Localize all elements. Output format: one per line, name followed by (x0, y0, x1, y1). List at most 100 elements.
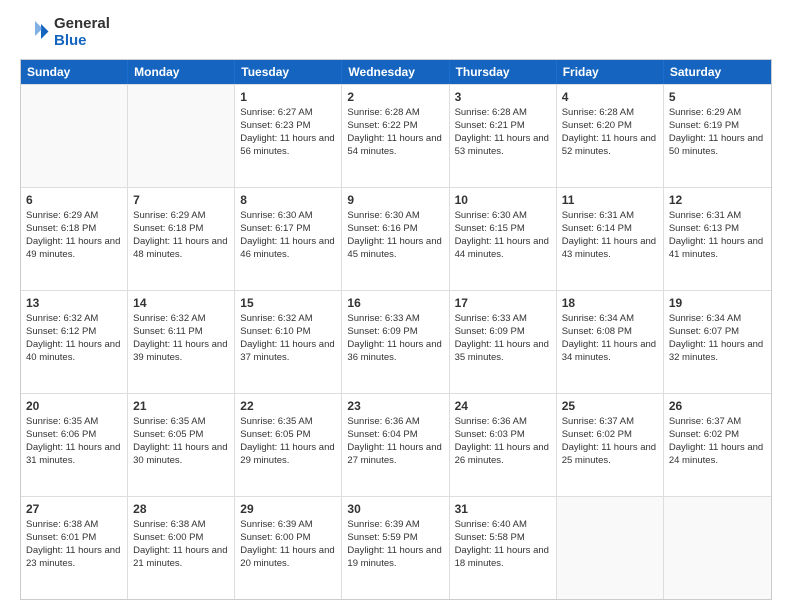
header: General Blue (20, 16, 772, 49)
day-number: 30 (347, 501, 443, 517)
day-cell-9: 9 Sunrise: 6:30 AM Sunset: 6:16 PM Daylight… (342, 188, 449, 290)
day-cell-22: 22Sunrise: 6:35 AMSunset: 6:05 PMDayligh… (235, 394, 342, 496)
daylight: Daylight: 11 hours and 50 minutes. (669, 133, 763, 157)
day-number: 27 (26, 501, 122, 517)
day-header-wednesday: Wednesday (342, 60, 449, 84)
sunset: Sunset: 6:06 PM (26, 429, 96, 440)
day-cell-31: 31Sunrise: 6:40 AMSunset: 5:58 PMDayligh… (450, 497, 557, 599)
daylight: Daylight: 11 hours and 21 minutes. (133, 545, 227, 569)
daylight: Daylight: 11 hours and 32 minutes. (669, 339, 763, 363)
week-row-2: 6 Sunrise: 6:29 AM Sunset: 6:18 PM Daylight… (21, 187, 771, 290)
sunrise: Sunrise: 6:34 AM (562, 313, 634, 324)
sunset: Sunset: 6:00 PM (240, 532, 310, 543)
sunset: Sunset: 6:01 PM (26, 532, 96, 543)
day-cell-19: 19Sunrise: 6:34 AMSunset: 6:07 PMDayligh… (664, 291, 771, 393)
sunrise: Sunrise: 6:28 AM (455, 107, 527, 118)
sunrise: Sunrise: 6:39 AM (240, 519, 312, 530)
week-row-4: 20 Sunrise: 6:35 AM Sunset: 6:06 PM Dayligh… (21, 393, 771, 496)
day-cell-3: 3 Sunrise: 6:28 AM Sunset: 6:21 PM Daylight… (450, 85, 557, 187)
daylight: Daylight: 11 hours and 19 minutes. (347, 545, 441, 569)
day-cell-20: 20 Sunrise: 6:35 AM Sunset: 6:06 PM Dayligh… (21, 394, 128, 496)
daylight: Daylight: 11 hours and 39 minutes. (133, 339, 227, 363)
sunset: Sunset: 6:16 PM (347, 223, 417, 234)
sunrise: Sunrise: 6:29 AM (133, 210, 205, 221)
sunrise: Sunrise: 6:34 AM (669, 313, 741, 324)
sunset: Sunset: 6:00 PM (133, 532, 203, 543)
week-row-1: 1Sunrise: 6:27 AMSunset: 6:23 PMDaylight… (21, 84, 771, 187)
day-header-tuesday: Tuesday (235, 60, 342, 84)
day-header-saturday: Saturday (664, 60, 771, 84)
day-number: 4 (562, 89, 658, 105)
sunrise: Sunrise: 6:32 AM (240, 313, 312, 324)
sunset: Sunset: 6:04 PM (347, 429, 417, 440)
sunset: Sunset: 6:08 PM (562, 326, 632, 337)
sunset: Sunset: 6:14 PM (562, 223, 632, 234)
daylight: Daylight: 11 hours and 53 minutes. (455, 133, 549, 157)
day-cell-27: 27 Sunrise: 6:38 AM Sunset: 6:01 PM Dayligh… (21, 497, 128, 599)
day-cell-17: 17Sunrise: 6:33 AMSunset: 6:09 PMDayligh… (450, 291, 557, 393)
sunset: Sunset: 6:17 PM (240, 223, 310, 234)
day-number: 8 (240, 192, 336, 208)
sunset: Sunset: 6:03 PM (455, 429, 525, 440)
daylight: Daylight: 11 hours and 26 minutes. (455, 442, 549, 466)
day-cell-23: 23Sunrise: 6:36 AMSunset: 6:04 PMDayligh… (342, 394, 449, 496)
daylight: Daylight: 11 hours and 25 minutes. (562, 442, 656, 466)
sunset: Sunset: 6:23 PM (240, 120, 310, 131)
daylight: Daylight: 11 hours and 41 minutes. (669, 236, 763, 260)
day-number: 25 (562, 398, 658, 414)
daylight: Daylight: 11 hours and 31 minutes. (26, 442, 120, 466)
sunrise: Sunrise: 6:31 AM (562, 210, 634, 221)
sunrise: Sunrise: 6:30 AM (455, 210, 527, 221)
daylight: Daylight: 11 hours and 29 minutes. (240, 442, 334, 466)
sunset: Sunset: 6:11 PM (133, 326, 203, 337)
day-cell-8: 8 Sunrise: 6:30 AM Sunset: 6:17 PM Daylight… (235, 188, 342, 290)
day-header-monday: Monday (128, 60, 235, 84)
sunrise: Sunrise: 6:35 AM (240, 416, 312, 427)
daylight: Daylight: 11 hours and 46 minutes. (240, 236, 334, 260)
day-cell-5: 5Sunrise: 6:29 AMSunset: 6:19 PMDaylight… (664, 85, 771, 187)
sunset: Sunset: 6:12 PM (26, 326, 96, 337)
day-number: 10 (455, 192, 551, 208)
sunrise: Sunrise: 6:30 AM (347, 210, 419, 221)
day-cell-4: 4Sunrise: 6:28 AMSunset: 6:20 PMDaylight… (557, 85, 664, 187)
logo-icon (20, 18, 50, 48)
daylight: Daylight: 11 hours and 18 minutes. (455, 545, 549, 569)
day-header-sunday: Sunday (21, 60, 128, 84)
sunrise: Sunrise: 6:30 AM (240, 210, 312, 221)
daylight: Daylight: 11 hours and 45 minutes. (347, 236, 441, 260)
sunset: Sunset: 6:10 PM (240, 326, 310, 337)
daylight: Daylight: 11 hours and 20 minutes. (240, 545, 334, 569)
day-number: 3 (455, 89, 551, 105)
daylight: Daylight: 11 hours and 48 minutes. (133, 236, 227, 260)
day-number: 14 (133, 295, 229, 311)
sunrise: Sunrise: 6:29 AM (669, 107, 741, 118)
sunrise: Sunrise: 6:29 AM (26, 210, 98, 221)
day-cell-13: 13Sunrise: 6:32 AMSunset: 6:12 PMDayligh… (21, 291, 128, 393)
sunrise: Sunrise: 6:28 AM (562, 107, 634, 118)
sunrise: Sunrise: 6:31 AM (669, 210, 741, 221)
sunset: Sunset: 6:21 PM (455, 120, 525, 131)
sunset: Sunset: 6:09 PM (347, 326, 417, 337)
sunset: Sunset: 6:09 PM (455, 326, 525, 337)
daylight: Daylight: 11 hours and 37 minutes. (240, 339, 334, 363)
calendar-body: 1Sunrise: 6:27 AMSunset: 6:23 PMDaylight… (21, 84, 771, 599)
sunset: Sunset: 6:15 PM (455, 223, 525, 234)
day-number: 24 (455, 398, 551, 414)
sunrise: Sunrise: 6:35 AM (26, 416, 98, 427)
daylight: Daylight: 11 hours and 24 minutes. (669, 442, 763, 466)
day-cell-12: 12Sunrise: 6:31 AMSunset: 6:13 PMDayligh… (664, 188, 771, 290)
sunset: Sunset: 6:22 PM (347, 120, 417, 131)
sunrise: Sunrise: 6:32 AM (26, 313, 98, 324)
sunset: Sunset: 6:18 PM (26, 223, 96, 234)
day-number: 9 (347, 192, 443, 208)
daylight: Daylight: 11 hours and 23 minutes. (26, 545, 120, 569)
sunset: Sunset: 5:58 PM (455, 532, 525, 543)
day-number: 16 (347, 295, 443, 311)
day-number: 11 (562, 192, 658, 208)
sunrise: Sunrise: 6:38 AM (26, 519, 98, 530)
day-number: 20 (26, 398, 122, 414)
daylight: Daylight: 11 hours and 34 minutes. (562, 339, 656, 363)
day-number: 6 (26, 192, 122, 208)
empty-cell (664, 497, 771, 599)
day-cell-15: 15Sunrise: 6:32 AMSunset: 6:10 PMDayligh… (235, 291, 342, 393)
